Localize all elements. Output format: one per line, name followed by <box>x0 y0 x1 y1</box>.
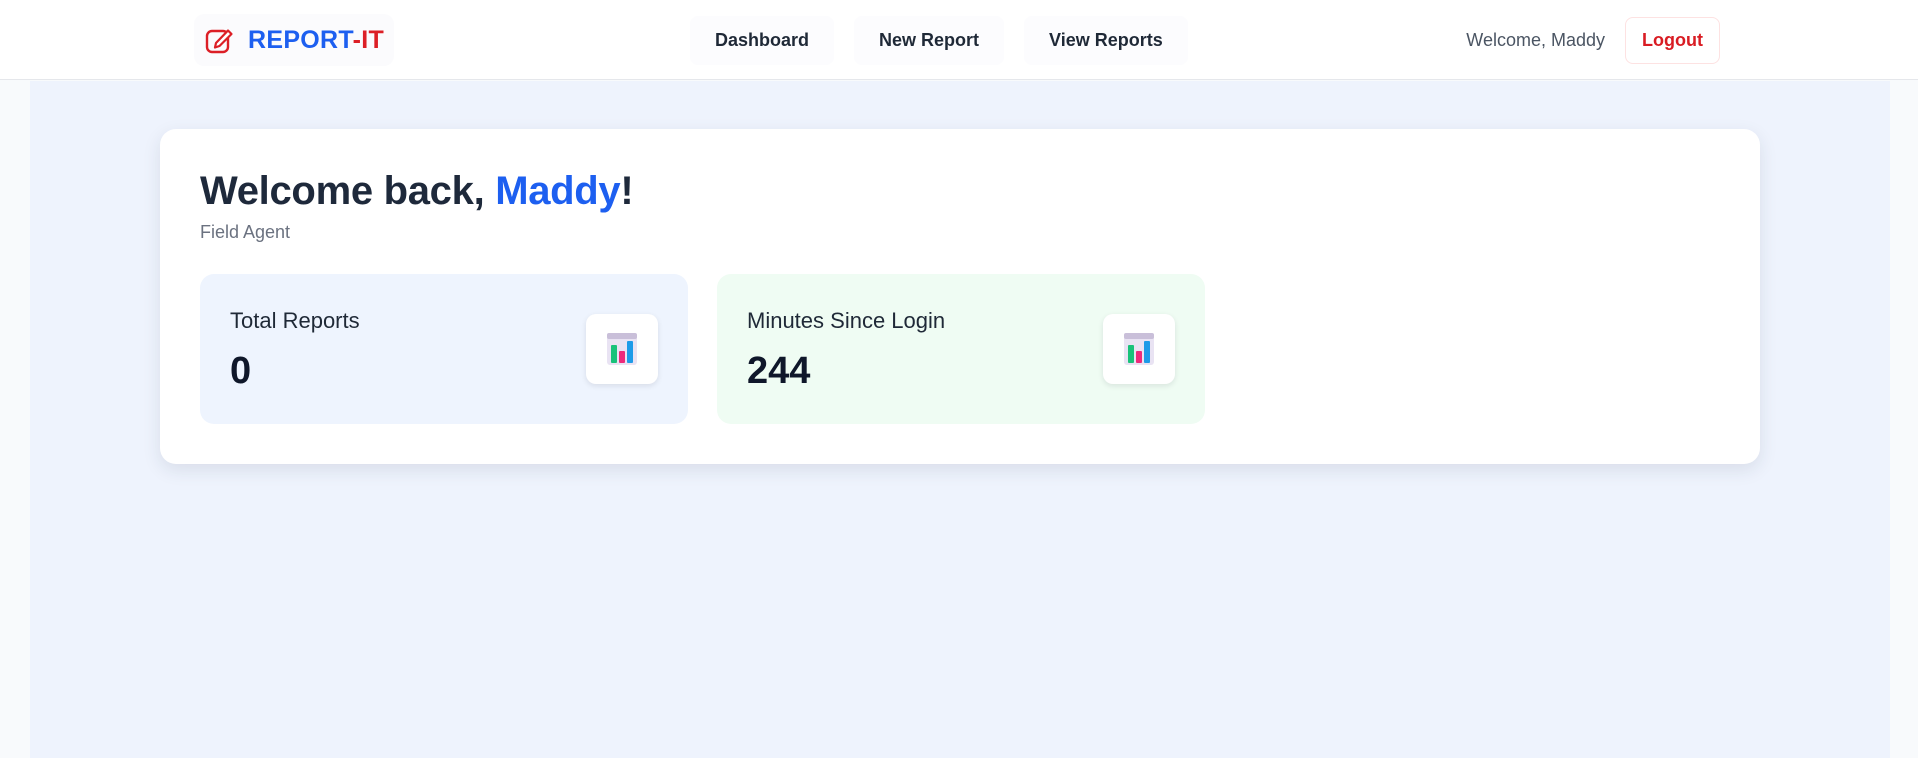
stat-value: 0 <box>230 350 252 392</box>
stat-label: Total Reports <box>230 308 360 333</box>
greeting-user-name: Maddy <box>495 169 621 213</box>
stat-card-total-reports: Total Reports 0 <box>200 274 688 424</box>
nav-view-reports[interactable]: View Reports <box>1024 15 1188 65</box>
brand-name: REPORT-IT <box>248 26 384 55</box>
stat-card-minutes-since-login: Minutes Since Login 244 <box>717 274 1205 424</box>
nav-new-report[interactable]: New Report <box>854 15 1005 65</box>
greeting-prefix: Welcome back, <box>200 169 496 213</box>
main-nav: Dashboard New Report View Reports <box>690 14 1188 66</box>
stat-label: Minutes Since Login <box>747 308 946 333</box>
user-area: Welcome, Maddy Logout <box>1466 16 1720 64</box>
greeting-suffix: ! <box>620 169 634 213</box>
bar-chart-icon <box>1124 333 1154 365</box>
welcome-card: Welcome back, Maddy! Field Agent Total R… <box>160 129 1760 464</box>
top-navbar: REPORT-IT Dashboard New Report View Repo… <box>0 0 1918 80</box>
bar-chart-icon <box>607 333 637 365</box>
logout-button[interactable]: Logout <box>1625 16 1720 64</box>
welcome-heading: Welcome back, Maddy! <box>200 169 634 214</box>
stat-value: 244 <box>747 350 811 392</box>
brand-name-part1: REPORT <box>248 25 353 54</box>
stat-icon-box <box>586 314 658 384</box>
brand-logo[interactable]: REPORT-IT <box>194 14 395 66</box>
nav-dashboard[interactable]: Dashboard <box>690 15 835 65</box>
user-role: Field Agent <box>200 222 291 242</box>
welcome-user-text: Welcome, Maddy <box>1466 29 1606 50</box>
edit-note-icon <box>205 29 233 54</box>
brand-name-part2: -IT <box>352 25 385 54</box>
stat-icon-box <box>1103 314 1175 384</box>
